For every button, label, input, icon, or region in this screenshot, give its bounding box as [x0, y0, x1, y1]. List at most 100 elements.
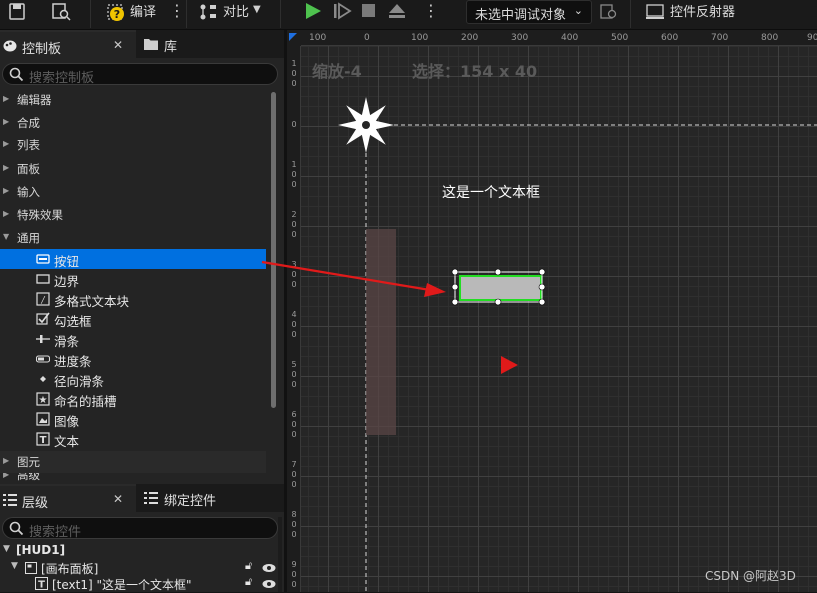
- expand-arrow-icon: ▶: [3, 117, 10, 126]
- svg-text:?: ?: [114, 8, 120, 21]
- category-composite[interactable]: ▶ 合成: [0, 112, 266, 134]
- diff-chevron-down-icon: ▼: [253, 4, 261, 15]
- category-panel[interactable]: ▶ 面板: [0, 158, 266, 180]
- close-icon[interactable]: ✕: [113, 38, 123, 52]
- category-input[interactable]: ▶ 输入: [0, 181, 266, 203]
- debug-browse-icon[interactable]: [598, 2, 620, 22]
- palette-item-label: 滑条: [54, 334, 80, 349]
- category-editor[interactable]: ▶ 编辑器: [0, 89, 266, 111]
- collapse-arrow-icon: ▼: [3, 544, 10, 554]
- ruler-corner: [287, 30, 301, 46]
- expand-arrow-icon: ▶: [3, 163, 10, 172]
- chevron-down-icon: ⌄: [573, 4, 583, 17]
- toolbar-divider: [630, 0, 631, 28]
- palette-item-progress-bar[interactable]: 进度条: [0, 349, 266, 369]
- toolbar-divider: [186, 0, 187, 28]
- tab-library-label: 库: [164, 40, 178, 55]
- widget-reflector-icon: [646, 4, 664, 19]
- palette-item-checkbox[interactable]: 勾选框: [0, 309, 266, 329]
- left-panel: 控制板 ✕ 库 搜索控制板 ▶ 编辑器 ▶ 合成 ▶ 列表 ▶ 面板 ▶ 输入: [0, 30, 284, 592]
- button-icon: [36, 254, 50, 264]
- category-label: 列表: [17, 138, 40, 152]
- step-icon[interactable]: [331, 1, 353, 21]
- palette-item-image[interactable]: 图像: [0, 409, 266, 429]
- visibility-eye-icon[interactable]: [262, 579, 276, 589]
- palette-item-label: 图像: [54, 414, 80, 429]
- visibility-eye-icon[interactable]: [262, 563, 276, 573]
- hierarchy-icon: [3, 494, 17, 506]
- watermark: CSDN @阿赵3D: [705, 569, 796, 583]
- category-common[interactable]: ▼ 通用: [0, 227, 266, 249]
- lock-icon[interactable]: 🔓︎: [245, 559, 252, 573]
- diff-icon: [200, 4, 216, 20]
- palette-item-label: 按钮: [54, 254, 80, 269]
- stop-icon[interactable]: [358, 1, 380, 21]
- tab-hierarchy[interactable]: 层级 ✕: [0, 484, 136, 512]
- palette-icon: [3, 40, 17, 52]
- selected-button-widget: [451, 268, 546, 306]
- widget-reflector-button[interactable]: 控件反射器: [644, 0, 754, 26]
- expand-arrow-icon: ▶: [3, 186, 10, 195]
- category-label: 输入: [17, 185, 40, 199]
- palette-item-label: 勾选框: [54, 314, 92, 329]
- text-widget-on-canvas[interactable]: 这是一个文本框: [442, 182, 540, 202]
- save-icon[interactable]: [6, 2, 28, 22]
- expand-arrow-icon: ▶: [3, 94, 10, 103]
- compile-label: 编译: [130, 5, 157, 20]
- main-toolbar: ? 编译 ⋮ 对比 ▼ ⋮ 未选中调试对象 ⌄ 控件反射器: [0, 0, 817, 30]
- close-icon[interactable]: ✕: [113, 492, 123, 506]
- play-options-kebab-icon[interactable]: ⋮: [423, 1, 439, 20]
- tab-bind-widgets-label: 绑定控件: [164, 494, 217, 509]
- search-icon: [9, 67, 24, 82]
- palette-item-slider[interactable]: 滑条: [0, 329, 266, 349]
- category-label: 高级: [17, 473, 40, 482]
- palette-item-rich-text-block[interactable]: / 多格式文本块: [0, 289, 266, 309]
- widget-placeholder-box: [366, 229, 396, 435]
- category-label: 面板: [17, 162, 40, 176]
- search-icon: [9, 521, 24, 536]
- red-marker-icon: [501, 356, 518, 374]
- expand-arrow-icon: ▶: [3, 456, 10, 465]
- category-special-effects[interactable]: ▶ 特殊效果: [0, 204, 266, 226]
- debug-object-dropdown[interactable]: 未选中调试对象 ⌄: [466, 0, 592, 24]
- palette-search-input[interactable]: 搜索控制板: [2, 63, 278, 86]
- palette-item-label: 多格式文本块: [54, 294, 130, 309]
- designer-canvas[interactable]: 100 0 100 200 300 400 500 600 700 800 90…: [287, 30, 817, 592]
- browse-icon[interactable]: [50, 2, 72, 22]
- palette-scrollbar[interactable]: [271, 92, 276, 408]
- bind-widgets-icon: [144, 492, 158, 504]
- compile-warning-icon: ?: [107, 4, 124, 21]
- category-label: 编辑器: [17, 93, 52, 107]
- checkbox-icon: [36, 312, 50, 325]
- category-advanced-partial[interactable]: ▶ 高级: [0, 473, 266, 483]
- palette-item-text[interactable]: T 文本: [0, 429, 266, 449]
- collapse-arrow-icon: ▼: [11, 561, 18, 571]
- tree-item-root[interactable]: ▼ [HUD1]: [0, 542, 280, 560]
- palette-search-placeholder: 搜索控制板: [29, 71, 95, 86]
- hierarchy-search-input[interactable]: 搜索控件: [2, 517, 278, 540]
- lock-icon[interactable]: 🔓︎: [245, 575, 252, 589]
- tab-palette[interactable]: 控制板 ✕: [0, 30, 136, 58]
- rich-text-icon: /: [36, 292, 50, 306]
- tab-palette-label: 控制板: [22, 42, 62, 57]
- category-list[interactable]: ▶ 列表: [0, 134, 266, 156]
- palette-item-label: 进度条: [54, 354, 92, 369]
- diff-button[interactable]: 对比 ▼: [198, 0, 268, 26]
- hierarchy-scrollbar[interactable]: [278, 517, 282, 592]
- widget-reflector-label: 控件反射器: [670, 5, 736, 20]
- tab-bind-widgets[interactable]: 绑定控件: [138, 484, 278, 512]
- play-icon[interactable]: [302, 1, 324, 21]
- tree-item-text1[interactable]: T [text1] "这是一个文本框" 🔓︎: [0, 575, 280, 593]
- tab-library[interactable]: 库: [138, 30, 238, 58]
- compile-options-kebab-icon[interactable]: ⋮: [169, 1, 185, 20]
- palette-item-named-slot[interactable]: ★ 命名的插槽: [0, 389, 266, 409]
- palette-item-border[interactable]: 边界: [0, 269, 266, 289]
- palette-item-button[interactable]: 按钮: [0, 249, 266, 269]
- category-primitive[interactable]: ▶ 图元: [0, 451, 266, 473]
- named-slot-icon: ★: [36, 392, 50, 406]
- palette-item-radial-slider[interactable]: 径向滑条: [0, 369, 266, 389]
- toolbar-divider: [280, 0, 281, 28]
- compile-button[interactable]: ? 编译: [104, 0, 168, 26]
- radial-slider-icon: [40, 376, 46, 382]
- eject-icon[interactable]: [386, 1, 408, 21]
